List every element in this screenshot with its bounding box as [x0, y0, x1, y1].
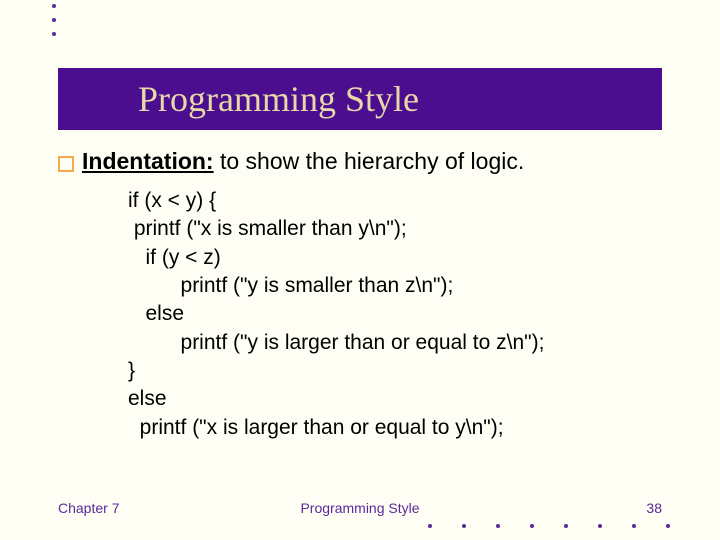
- code-block: if (x < y) { printf ("x is smaller than …: [128, 187, 662, 442]
- code-line: else: [128, 385, 662, 413]
- bullet-icon: [58, 156, 74, 172]
- bullet-heading: Indentation:: [82, 148, 214, 174]
- code-line: printf ("y is larger than or equal to z\…: [128, 329, 662, 357]
- code-line: }: [128, 357, 662, 385]
- code-line: printf ("y is smaller than z\n");: [128, 272, 662, 300]
- slide-footer: Programming Style Chapter 7 38: [58, 500, 662, 516]
- decor-dots-bottom: [428, 524, 670, 528]
- code-line: else: [128, 300, 662, 328]
- slide-title: Programming Style: [138, 78, 419, 120]
- code-line: if (y < z): [128, 244, 662, 272]
- code-line: printf ("x is larger than or equal to y\…: [128, 414, 662, 442]
- slide-body: Indentation: to show the hierarchy of lo…: [58, 148, 662, 442]
- code-line: if (x < y) {: [128, 187, 662, 215]
- bullet-line: Indentation: to show the hierarchy of lo…: [58, 148, 662, 175]
- footer-center: Programming Style: [58, 500, 662, 516]
- decor-dots-top: [52, 4, 56, 36]
- code-line: printf ("x is smaller than y\n");: [128, 215, 662, 243]
- bullet-rest: to show the hierarchy of logic.: [214, 148, 525, 174]
- slide-title-block: Programming Style: [58, 68, 662, 130]
